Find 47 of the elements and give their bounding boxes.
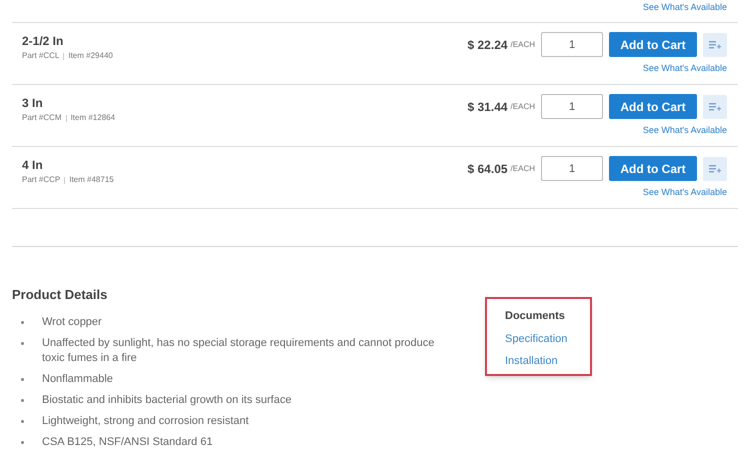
feature-text: Unaffected by sunlight, has no special storage requirements and cannot produce toxic fumes in a fire — [42, 336, 436, 366]
availability-link[interactable]: See What's Available — [642, 62, 727, 76]
part-number: Part #CCP — [22, 174, 60, 186]
price: $ 64.05 — [468, 160, 508, 178]
add-to-list-icon — [709, 40, 721, 50]
bullet-icon — [21, 440, 24, 444]
product-size: 4 In — [22, 157, 44, 174]
product-size: 3 In — [22, 95, 44, 112]
bullet-icon — [21, 320, 24, 324]
add-to-list-button[interactable] — [703, 32, 727, 56]
feature-text: Biostatic and inhibits bacterial growth on its surface — [42, 392, 292, 408]
bullet-icon — [21, 398, 24, 402]
availability-link[interactable]: See What's Available — [642, 186, 727, 200]
add-to-list-button[interactable] — [703, 156, 727, 180]
quantity-field[interactable]: 1 — [541, 156, 603, 181]
quantity-field[interactable]: 1 — [541, 32, 603, 57]
part-number: Part #CCL — [22, 50, 60, 62]
section-title: Product Details — [12, 286, 108, 304]
bullet-icon — [21, 420, 24, 422]
item-number: Item #12864 — [70, 112, 116, 124]
item-number: Item #48715 — [69, 174, 114, 186]
bullet-icon — [21, 342, 24, 344]
unit-label: /EACH — [510, 162, 535, 174]
price: $ 31.44 — [468, 98, 508, 116]
document-link[interactable]: Installation — [505, 353, 572, 370]
feature-text: Lightweight, strong and corrosion resistant — [42, 414, 250, 428]
documents-title: Documents — [505, 309, 566, 324]
add-to-list-icon — [709, 102, 721, 112]
item-number: Item #29440 — [68, 50, 113, 62]
feature-text: Nonflammable — [42, 372, 114, 386]
feature-text: Wrot copper — [42, 314, 103, 330]
add-to-cart-button[interactable]: Add to Cart — [609, 94, 697, 119]
add-to-list-icon — [709, 164, 721, 174]
price: $ 22.24 — [468, 36, 508, 54]
product-size: 2-1/2 In — [22, 33, 64, 50]
unit-label: /EACH — [510, 100, 535, 112]
add-to-list-button[interactable] — [703, 94, 727, 118]
add-to-cart-button[interactable]: Add to Cart — [609, 32, 697, 57]
add-to-cart-button[interactable]: Add to Cart — [609, 156, 697, 181]
availability-link[interactable]: See What's Available — [642, 124, 727, 138]
bullet-icon — [21, 378, 24, 380]
part-number: Part #CCM — [22, 112, 62, 124]
unit-label: /EACH — [510, 38, 535, 50]
availability-link[interactable]: See What's Available — [642, 1, 727, 22]
quantity-field[interactable]: 1 — [541, 94, 603, 119]
document-link[interactable]: Specification — [505, 330, 572, 347]
feature-text: CSA B125, NSF/ANSI Standard 61 — [42, 434, 214, 450]
